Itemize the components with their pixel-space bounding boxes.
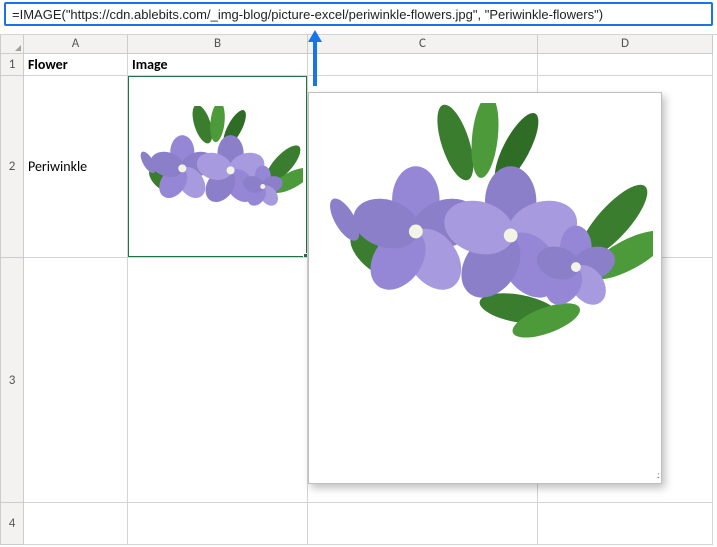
row-header-4[interactable]: 4: [0, 503, 24, 545]
cell-c1[interactable]: [308, 54, 538, 76]
cell-a2[interactable]: Periwinkle: [24, 76, 128, 258]
periwinkle-image: [132, 80, 303, 253]
formula-bar-text: =IMAGE("https://cdn.ablebits.com/_img-bl…: [12, 7, 603, 22]
row-header-2[interactable]: 2: [0, 76, 24, 258]
cell-b2[interactable]: [128, 76, 308, 258]
cell-b1[interactable]: Image: [128, 54, 308, 76]
col-header-d[interactable]: D: [538, 35, 713, 54]
cell-b3[interactable]: [128, 258, 308, 503]
periwinkle-image-large: [317, 103, 653, 364]
col-header-c[interactable]: C: [308, 35, 538, 54]
cell-a4[interactable]: [24, 503, 128, 545]
col-header-a[interactable]: A: [24, 35, 128, 54]
cell-d4[interactable]: [538, 503, 713, 545]
row-header-3[interactable]: 3: [0, 258, 24, 503]
cell-a3[interactable]: [24, 258, 128, 503]
formula-bar[interactable]: =IMAGE("https://cdn.ablebits.com/_img-bl…: [4, 2, 713, 26]
pointer-arrow-icon: [306, 28, 324, 88]
row-header-1[interactable]: 1: [0, 54, 24, 76]
resize-handle-icon[interactable]: .:: [657, 468, 658, 481]
cell-a1[interactable]: Flower: [24, 54, 128, 76]
col-header-b[interactable]: B: [128, 35, 308, 54]
cell-d1[interactable]: [538, 54, 713, 76]
image-preview-card: .:: [308, 92, 662, 484]
select-all-corner[interactable]: [0, 35, 24, 54]
cell-b4[interactable]: [128, 503, 308, 545]
cell-c4[interactable]: [308, 503, 538, 545]
